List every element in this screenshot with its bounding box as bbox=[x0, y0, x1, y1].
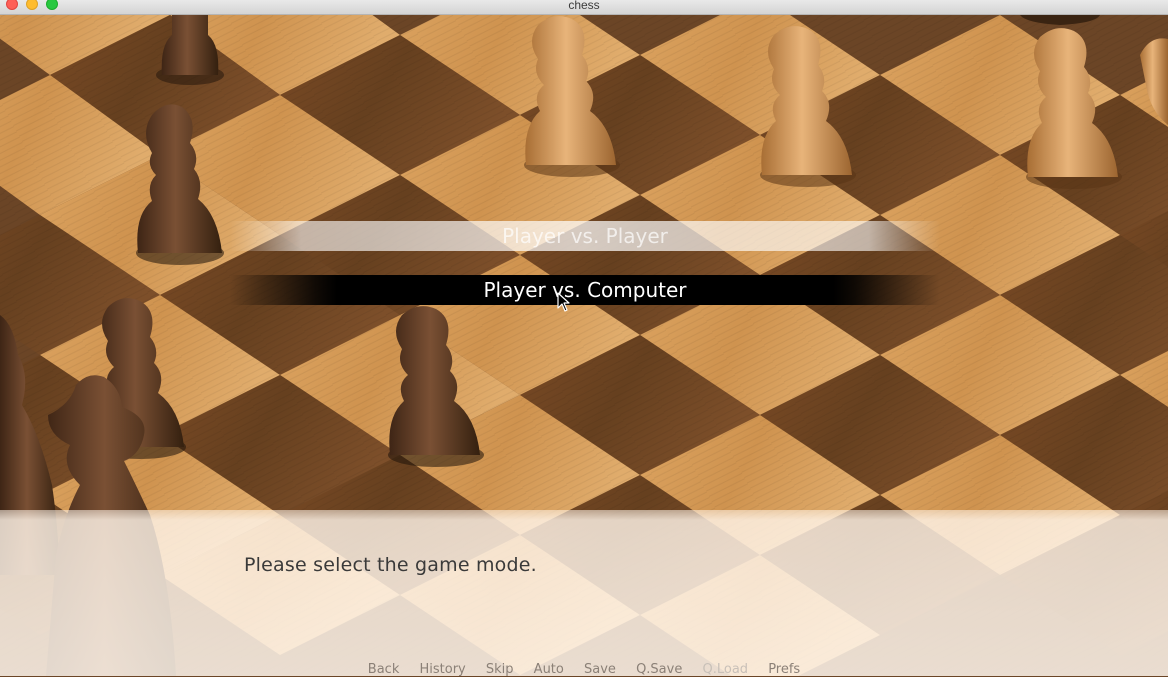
quick-menu: Back History Skip Auto Save Q.Save Q.Loa… bbox=[0, 662, 1168, 677]
quick-menu-back[interactable]: Back bbox=[368, 662, 400, 677]
window-titlebar: chess bbox=[0, 0, 1168, 15]
quick-menu-save[interactable]: Save bbox=[584, 662, 616, 677]
mouse-cursor-icon bbox=[557, 292, 570, 312]
dialogue-text: Please select the game mode. bbox=[244, 554, 537, 576]
choice-player-vs-computer[interactable]: Player vs. Computer bbox=[230, 275, 940, 305]
quick-menu-auto[interactable]: Auto bbox=[534, 662, 564, 677]
dialogue-window: Please select the game mode. Back Histor… bbox=[0, 510, 1168, 677]
quick-menu-qload: Q.Load bbox=[702, 662, 749, 677]
window-title: chess bbox=[568, 0, 600, 12]
quick-menu-qsave[interactable]: Q.Save bbox=[636, 662, 682, 677]
choice-player-vs-player[interactable]: Player vs. Player bbox=[230, 221, 940, 251]
quick-menu-prefs[interactable]: Prefs bbox=[768, 662, 800, 677]
quick-menu-skip[interactable]: Skip bbox=[486, 662, 514, 677]
quick-menu-history[interactable]: History bbox=[419, 662, 465, 677]
